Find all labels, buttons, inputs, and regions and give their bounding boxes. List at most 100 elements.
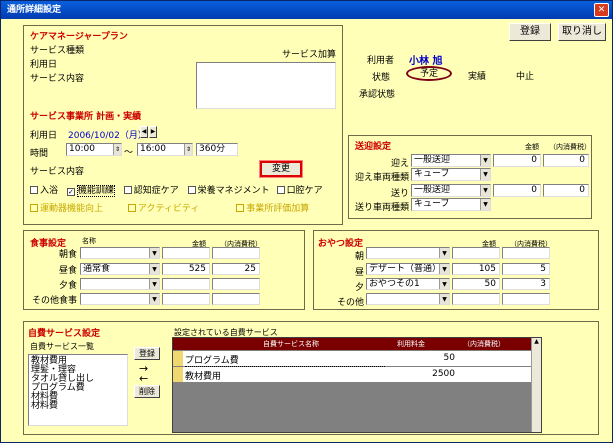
- pickup-vehicle-label: 迎え車両種類: [354, 173, 409, 183]
- meal-lunch-tax[interactable]: 25: [212, 263, 260, 275]
- evaluation-checkbox[interactable]: 事業所評価加算: [236, 204, 309, 214]
- end-time-spinner[interactable]: 16:00 ⇕: [137, 143, 193, 156]
- selfpay-list-label: 自費サービス一覧: [30, 342, 94, 351]
- grid-cell-fee[interactable]: 2500: [393, 369, 455, 379]
- next-date-button[interactable]: ▶: [149, 126, 157, 138]
- status-option-actual[interactable]: 実績: [468, 69, 486, 82]
- oral-care-checkbox[interactable]: 口腔ケア: [276, 186, 323, 196]
- prev-date-button[interactable]: ◀: [140, 126, 148, 138]
- status-option-cancelled[interactable]: 中止: [516, 69, 534, 82]
- plan-date-value: 2006/10/02（月）: [68, 131, 147, 141]
- service-type-label: サービス種類: [30, 46, 85, 56]
- dropdown-arrow-icon[interactable]: ▼: [439, 264, 449, 274]
- snack-other-select[interactable]: ▼: [366, 293, 450, 305]
- nutrition-checkbox[interactable]: 栄養マネジメント: [187, 186, 270, 196]
- meal-name-header: 名称: [82, 237, 96, 245]
- dementia-care-checkbox[interactable]: 認知症ケア: [123, 186, 179, 196]
- scroll-up-icon[interactable]: ▲: [532, 338, 541, 345]
- dropdown-arrow-icon[interactable]: ▼: [439, 294, 449, 304]
- grid-cell-fee[interactable]: 50: [393, 353, 455, 363]
- dropoff-amount[interactable]: 0: [493, 184, 541, 197]
- snack-evening-tax[interactable]: 3: [502, 278, 550, 290]
- bath-checkbox[interactable]: 入浴: [30, 186, 58, 196]
- duration-field[interactable]: 360分: [196, 143, 238, 156]
- pickup-tax[interactable]: 0: [543, 154, 589, 167]
- meal-dinner-amount[interactable]: [162, 278, 210, 290]
- meal-other-select[interactable]: ▼: [80, 293, 160, 305]
- selfpay-available-list[interactable]: 教材費用 理髪・理容 タオル貸し出し プログラム費 材料費 材料費: [28, 354, 128, 426]
- grid-cell-name[interactable]: 教材費用: [185, 369, 221, 382]
- snack-noon-tax[interactable]: 5: [502, 263, 550, 275]
- service-add-list[interactable]: [196, 62, 336, 109]
- care-plan-title: ケアマネージャープラン: [30, 32, 128, 42]
- pickup-vehicle-select[interactable]: キューブ ▼: [411, 168, 491, 181]
- close-icon[interactable]: ✕: [594, 3, 609, 17]
- meal-lunch-select[interactable]: 通常食 ▼: [80, 263, 160, 275]
- grid-col-fee: 利用料金: [397, 340, 425, 348]
- meal-dinner-tax[interactable]: [212, 278, 260, 290]
- pickup-amount[interactable]: 0: [493, 154, 541, 167]
- start-time-value: 10:00: [69, 144, 95, 154]
- meal-breakfast-label: 朝食: [58, 250, 77, 260]
- dropdown-arrow-icon[interactable]: ▼: [480, 185, 490, 196]
- meal-other-amount[interactable]: [162, 293, 210, 305]
- list-item[interactable]: 材料費: [31, 402, 127, 411]
- meal-other-tax[interactable]: [212, 293, 260, 305]
- meal-breakfast-amount[interactable]: [162, 247, 210, 259]
- dropoff-vehicle-select[interactable]: キューブ ▼: [411, 198, 491, 211]
- activity-checkbox[interactable]: アクティビティ: [127, 204, 199, 214]
- grid-cell-name[interactable]: プログラム費: [185, 353, 385, 367]
- dropdown-arrow-icon[interactable]: ▼: [480, 199, 490, 210]
- pickup-select[interactable]: 一般送迎 ▼: [411, 154, 491, 167]
- meal-other-label: その他食事: [31, 296, 77, 306]
- snack-morning-amount[interactable]: [452, 247, 500, 259]
- cancel-button[interactable]: 取り消し: [558, 23, 606, 41]
- end-time-value: 16:00: [140, 144, 166, 154]
- snack-morning-label: 朝: [354, 252, 364, 262]
- dropdown-arrow-icon[interactable]: ▼: [149, 248, 159, 258]
- dropdown-arrow-icon[interactable]: ▼: [149, 264, 159, 274]
- meal-breakfast-select[interactable]: ▼: [80, 247, 160, 259]
- spin-icon[interactable]: ⇕: [113, 144, 121, 155]
- exercise-checkbox[interactable]: 運動器機能向上: [30, 204, 103, 214]
- grid-scrollbar[interactable]: ▲: [531, 338, 541, 432]
- snack-morning-tax[interactable]: [502, 247, 550, 259]
- snack-evening-amount[interactable]: 50: [452, 278, 500, 290]
- meal-dinner-select[interactable]: ▼: [80, 278, 160, 290]
- dropdown-arrow-icon[interactable]: ▼: [480, 155, 490, 166]
- meal-breakfast-tax[interactable]: [212, 247, 260, 259]
- snack-morning-select[interactable]: ▼: [366, 247, 450, 259]
- table-row[interactable]: 教材費用 2500: [173, 367, 531, 382]
- grid-col-tax: （内消費税）: [463, 340, 505, 348]
- dropdown-arrow-icon[interactable]: ▼: [149, 279, 159, 289]
- spin-icon[interactable]: ⇕: [184, 144, 192, 155]
- dropdown-arrow-icon[interactable]: ▼: [439, 248, 449, 258]
- status-option-planned[interactable]: 予定: [406, 66, 452, 81]
- start-time-spinner[interactable]: 10:00 ⇕: [66, 143, 122, 156]
- dialog-window: 通所詳細設定 ✕ ケアマネージャープラン サービス種類 利用日 サービス内容 サ…: [0, 0, 613, 443]
- transport-amount-header: 金額: [525, 143, 539, 151]
- snack-evening-select[interactable]: おやつその1 ▼: [366, 278, 450, 290]
- snack-other-amount[interactable]: [452, 293, 500, 305]
- window-title: 通所詳細設定: [7, 5, 62, 15]
- dropoff-select[interactable]: 一般送迎 ▼: [411, 184, 491, 197]
- snack-noon-select[interactable]: デザート（普通） ▼: [366, 263, 450, 275]
- service-checkbox-row-2: 運動器機能向上 アクティビティ 事業所評価加算: [30, 201, 309, 214]
- snack-other-tax[interactable]: [502, 293, 550, 305]
- dropdown-arrow-icon[interactable]: ▼: [480, 169, 490, 180]
- change-button[interactable]: 変更: [260, 161, 302, 177]
- use-date-label: 利用日: [30, 60, 58, 70]
- table-row[interactable]: プログラム費 50: [173, 351, 531, 367]
- snack-noon-amount[interactable]: 105: [452, 263, 500, 275]
- function-training-checkbox[interactable]: ✓ 機能訓練: [66, 185, 115, 197]
- status-label: 状態: [372, 73, 391, 83]
- dropdown-arrow-icon[interactable]: ▼: [439, 279, 449, 289]
- snack-noon-label: 昼: [354, 268, 364, 278]
- register-button[interactable]: 登録: [509, 23, 551, 41]
- dropdown-arrow-icon[interactable]: ▼: [149, 294, 159, 304]
- snack-other-label: その他: [336, 298, 364, 308]
- meal-lunch-amount[interactable]: 525: [162, 263, 210, 275]
- dropoff-tax[interactable]: 0: [543, 184, 589, 197]
- selfpay-add-button[interactable]: 登録: [134, 347, 160, 360]
- selfpay-delete-button[interactable]: 削除: [134, 385, 160, 398]
